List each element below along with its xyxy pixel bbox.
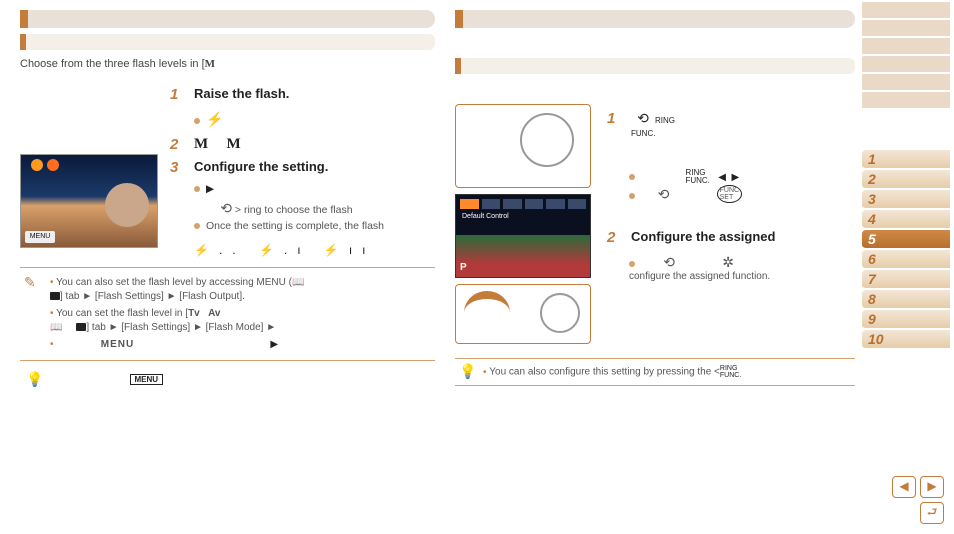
camera-icon	[76, 323, 86, 331]
triangle-right-icon: ▶	[732, 172, 740, 183]
pencil-icon: ✎	[24, 274, 36, 291]
sidebar-blank	[862, 56, 950, 73]
step-3-line2: Once the setting is complete, the flash	[206, 220, 384, 232]
step-1: 1 Raise the flash.	[170, 86, 435, 103]
triangle-right-icon: ▶	[270, 338, 278, 353]
step-2: 2 M M	[170, 136, 435, 153]
step-3-title: Configure the setting.	[194, 159, 328, 174]
chapter-tab-number: 6	[868, 251, 876, 267]
step-3: 3 Configure the setting.	[170, 159, 435, 176]
sidebar-blank	[862, 38, 950, 55]
chapter-tab-7[interactable]: 7	[862, 270, 950, 289]
ring-icon: ⟲	[663, 254, 675, 270]
chapter-tab-number: 9	[868, 311, 876, 327]
lcd-screenshot: Default Control P	[455, 194, 591, 278]
intro-prefix: Choose from the three flash levels in [	[20, 58, 205, 70]
chapter-tab-number: 4	[868, 211, 876, 227]
bullet-icon	[629, 193, 635, 199]
bullet-icon	[194, 118, 200, 124]
lcd-mode-p: P	[460, 262, 467, 273]
page-nav: ◀ ▶ ⮐	[892, 476, 944, 524]
return-button[interactable]: ⮐	[920, 502, 944, 524]
chapter-tab-number: 2	[868, 171, 876, 187]
chapter-tab-4[interactable]: 4	[862, 210, 950, 229]
step-r2-title: Configure the assigned	[631, 229, 775, 244]
chapter-tab-number: 1	[868, 151, 876, 167]
chapter-tab-2[interactable]: 2	[862, 170, 950, 189]
photo-menu-badge: MENU	[25, 231, 55, 243]
step-r1: 1 ⟲ RING FUNC.	[607, 110, 855, 139]
chapter-tab-number: 3	[868, 191, 876, 207]
chapter-tab-number: 7	[868, 271, 876, 287]
step-3-line1: > ring to choose the flash	[235, 204, 353, 216]
book-icon: 📖	[292, 277, 304, 288]
next-page-button[interactable]: ▶	[920, 476, 944, 498]
bullet-icon	[194, 223, 200, 229]
menu-badge: MENU	[130, 374, 164, 385]
triangle-left-icon: ◀	[718, 172, 726, 183]
prev-page-button[interactable]: ◀	[892, 476, 916, 498]
section-subheader-right	[455, 58, 855, 74]
note-2: You can set the flash level in [Tv Av 📖 …	[50, 307, 429, 336]
chapter-tab-number: 8	[868, 291, 876, 307]
section-header-right	[455, 10, 855, 28]
sidebar-blank	[862, 2, 950, 19]
chapter-tab-number: 5	[868, 231, 876, 247]
chapter-tab-9[interactable]: 9	[862, 310, 950, 329]
dial-icon: ✲	[722, 254, 734, 270]
step-r2-body: ⟲ ✲ configure the assigned function.	[629, 254, 855, 282]
lcd-label: Default Control	[462, 213, 509, 220]
step-number: 1	[607, 110, 623, 127]
ring-func-label: RING FUNC.	[720, 365, 741, 379]
bullet-icon	[629, 261, 635, 267]
sidebar-blank	[862, 74, 950, 91]
step-number: 2	[607, 229, 623, 246]
chapter-tab-1[interactable]: 1	[862, 150, 950, 169]
mode-m-icon: M	[194, 136, 208, 152]
triangle-right-icon: ▶	[206, 182, 214, 198]
note-3: MENU ▶	[50, 338, 429, 353]
mode-m-icon: M	[227, 136, 241, 152]
step-number: 2	[170, 136, 186, 153]
bullet-icon	[629, 174, 635, 180]
bullet-icon	[194, 186, 200, 192]
chapter-sidebar: 1 2 3 4 5 6 7 8 9 10	[862, 2, 950, 350]
notes-box: ✎ You can also set the flash level by ac…	[20, 267, 435, 362]
step-number: 1	[170, 86, 186, 103]
sidebar-blank	[862, 20, 950, 37]
intro-text: Choose from the three flash levels in [M	[20, 58, 435, 70]
step-r1-body: RING FUNC. ◀ ▶ ⟲ FUNCSET	[629, 169, 855, 203]
ring-icon: ⟲	[637, 110, 649, 126]
flash-icon: ⚡	[206, 111, 223, 127]
camera-icon	[50, 292, 60, 300]
camera-top-illustration	[455, 284, 591, 344]
chapter-tab-6[interactable]: 6	[862, 250, 950, 269]
note-1: You can also set the flash level by acce…	[50, 276, 429, 305]
ring-func-label: RING FUNC.	[685, 169, 709, 185]
step-r2: 2 Configure the assigned	[607, 229, 855, 246]
chapter-tab-3[interactable]: 3	[862, 190, 950, 209]
section-header-left	[20, 10, 435, 28]
lamp-icon: 💡	[26, 371, 43, 388]
sidebar-blank	[862, 92, 950, 109]
step-number: 3	[170, 159, 186, 176]
chapter-tab-5[interactable]: 5	[862, 230, 950, 249]
funcset-icon: FUNCSET	[717, 185, 742, 203]
chapter-tab-number: 10	[868, 331, 884, 347]
chapter-tab-8[interactable]: 8	[862, 290, 950, 309]
section-subheader-left	[20, 34, 435, 50]
book-icon: 📖	[50, 322, 62, 333]
tip-bar: 💡 You can also configure this setting by…	[455, 358, 855, 386]
ring-icon: ⟲	[220, 200, 232, 216]
ring-icon: ⟲	[658, 186, 670, 202]
mode-m-icon: M	[205, 58, 215, 70]
camera-back-illustration	[455, 104, 591, 188]
chapter-tab-10[interactable]: 10	[862, 330, 950, 349]
flash-level-icons: ⚡.. ⚡.ı ⚡ıı	[194, 243, 435, 257]
step-1-title: Raise the flash.	[194, 86, 289, 101]
sample-photo: MENU	[20, 154, 158, 248]
bottom-hint-row: 💡 MENU	[26, 371, 435, 388]
menu-label: MENU	[101, 339, 134, 350]
lamp-icon: 💡	[459, 363, 476, 380]
